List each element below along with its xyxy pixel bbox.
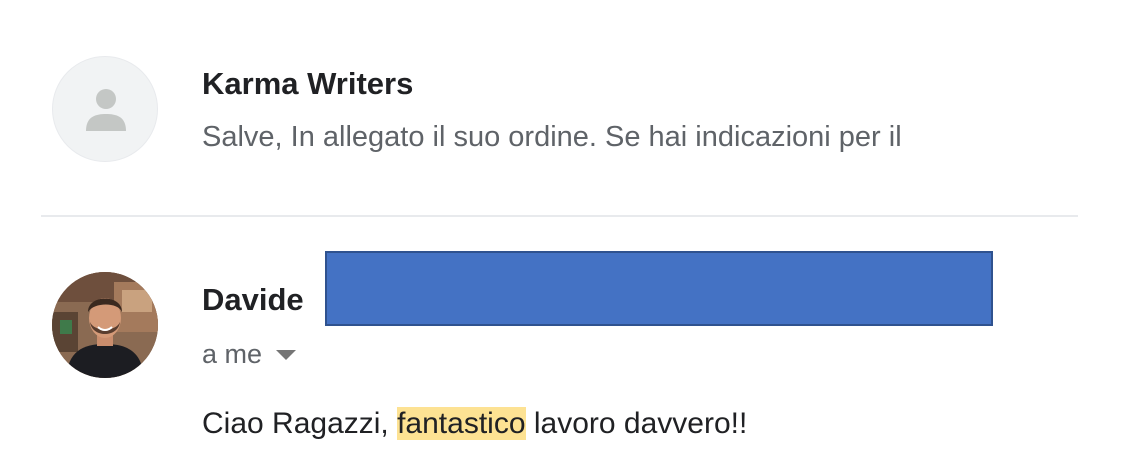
profile-photo	[52, 272, 158, 378]
chevron-down-icon[interactable]	[276, 350, 297, 360]
recipient-label: a me	[202, 339, 263, 369]
sender-name: Davide	[202, 282, 304, 317]
highlighted-word: fantastico	[397, 407, 526, 440]
redacted-email-block	[325, 251, 993, 326]
message-collapsed[interactable]: Karma Writers Salve, In allegato il suo …	[0, 0, 1142, 216]
body-text-start: Ciao Ragazzi,	[202, 407, 398, 440]
body-text-end: lavoro davvero!!	[525, 407, 748, 440]
sender-name: Karma Writers	[202, 66, 414, 101]
avatar[interactable]	[52, 56, 158, 162]
avatar[interactable]	[52, 272, 158, 378]
person-placeholder-icon	[86, 89, 126, 131]
message-body: Ciao Ragazzi, fantastico lavoro davvero!…	[202, 404, 747, 444]
message-snippet: Salve, In allegato il suo ordine. Se hai…	[202, 121, 902, 153]
recipient-details-toggle[interactable]: a me	[202, 336, 297, 372]
message-divider	[41, 215, 1078, 217]
